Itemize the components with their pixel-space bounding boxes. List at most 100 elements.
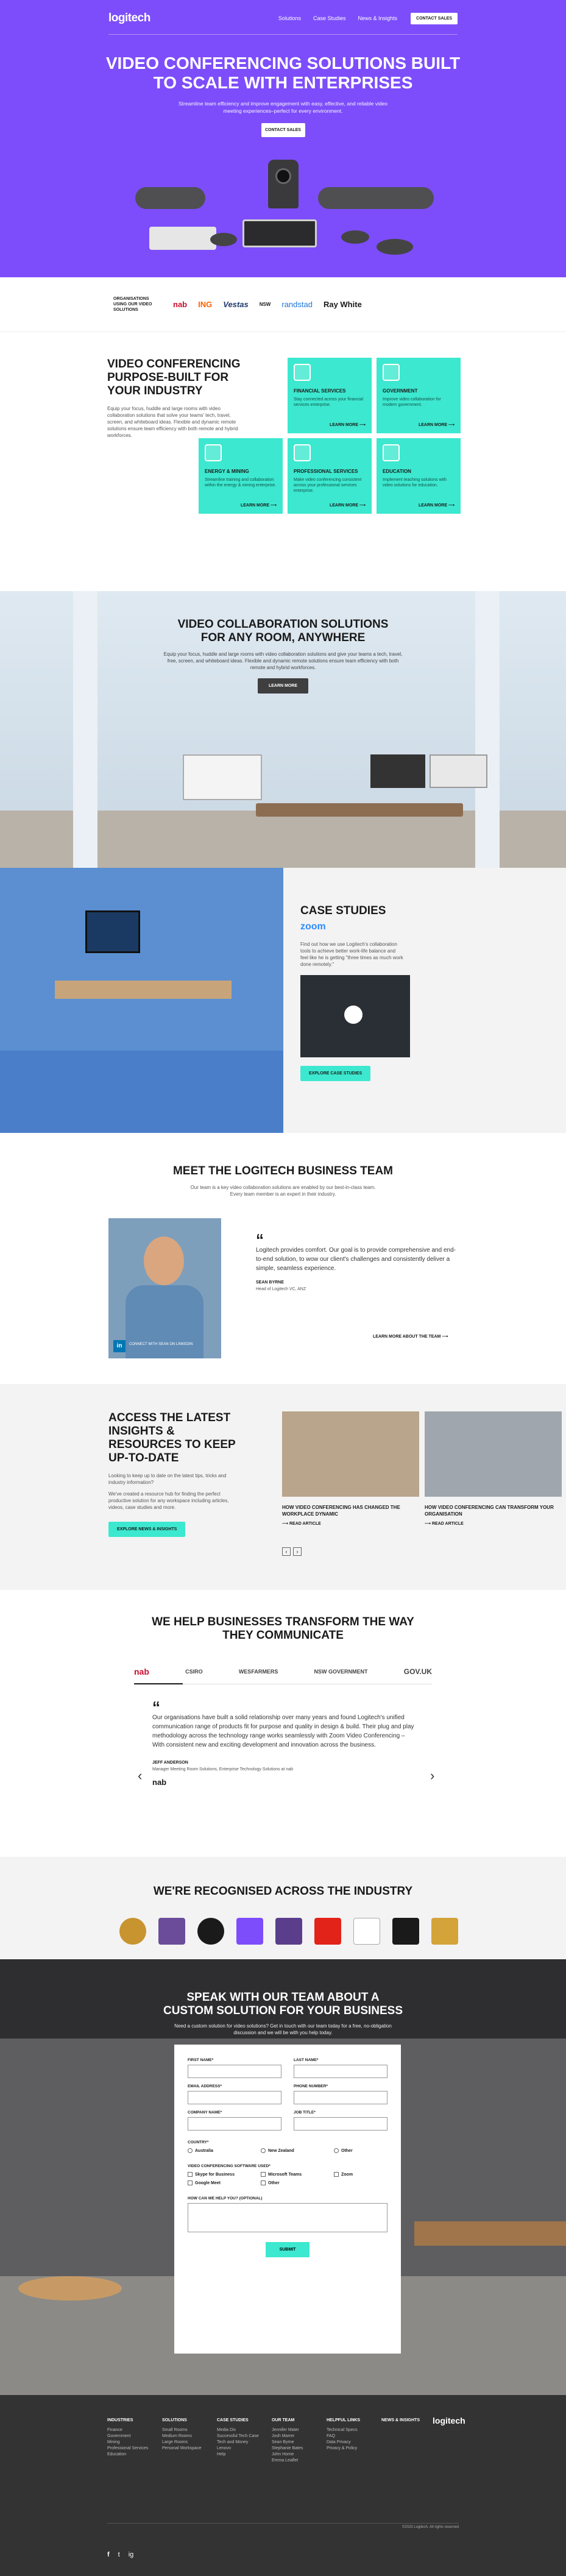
tab-gov-uk[interactable]: GOV.UK <box>404 1667 432 1676</box>
camera-image <box>268 160 299 208</box>
footer-link[interactable]: Emma Leaflet <box>272 2458 327 2464</box>
read-article-link-2[interactable]: ⟶ READ ARTICLE <box>425 1521 562 1526</box>
footer-link[interactable]: Finance <box>107 2427 162 2433</box>
tab-nsw-government[interactable]: NSW GOVERNMENT <box>314 1669 368 1675</box>
quote-author: SEAN BYRNE <box>256 1280 284 1285</box>
footer-link[interactable]: Government <box>107 2433 162 2439</box>
nav-contact-sales-button[interactable]: CONTACT SALES <box>411 12 458 24</box>
footer-link[interactable]: Josh Marrer <box>272 2433 327 2439</box>
nav-link-case-studies[interactable]: Case Studies <box>313 15 346 21</box>
email-field[interactable] <box>188 2091 281 2104</box>
footer-link[interactable]: Tech and Money <box>217 2439 272 2446</box>
footer-link[interactable]: FAQ <box>327 2433 381 2439</box>
chevron-left-icon[interactable]: ‹ <box>138 1768 142 1784</box>
footer-logitech-logo[interactable]: logitech <box>433 2416 465 2425</box>
footer-link[interactable]: Medium Rooms <box>162 2433 217 2439</box>
footer-link[interactable]: Technical Specs <box>327 2427 381 2433</box>
help-textarea[interactable] <box>188 2203 387 2232</box>
last-name-field[interactable] <box>294 2065 387 2078</box>
collaboration-learn-more-button[interactable]: LEARN MORE <box>257 678 309 694</box>
footer-link[interactable]: John Horne <box>272 2452 327 2458</box>
footer-link[interactable]: Education <box>107 2452 162 2458</box>
industry-card-education[interactable]: EDUCATION Implement teaching solutions wi… <box>377 438 461 514</box>
footer-heading[interactable]: SOLUTIONS <box>162 2418 217 2422</box>
tab-nab[interactable]: nab <box>134 1667 149 1677</box>
footer-heading[interactable]: NEWS & INSIGHTS <box>381 2418 436 2422</box>
collaboration-title-line1: VIDEO COLLABORATION SOLUTIONS <box>177 618 389 631</box>
footer-link[interactable]: Help <box>217 2452 272 2458</box>
hero-title-line2: TO SCALE WITH ENTERPRISES <box>153 73 413 92</box>
footer-link[interactable]: Small Rooms <box>162 2427 217 2433</box>
footer-heading[interactable]: CASE STUDIES <box>217 2418 272 2422</box>
nav-link-news[interactable]: News & Insights <box>358 15 397 21</box>
country-option-other[interactable]: Other <box>334 2148 383 2153</box>
mic-pod-2-image <box>341 230 369 244</box>
case-study-video[interactable] <box>300 975 410 1057</box>
footer-link[interactable]: Professional Services <box>107 2446 162 2452</box>
industry-card-financial[interactable]: FINANCIAL SERVICES Stay connected across … <box>288 358 372 433</box>
footer-link[interactable]: Personal Workspace <box>162 2446 217 2452</box>
job-title-field[interactable] <box>294 2117 387 2131</box>
logitech-logo[interactable]: logitech <box>108 12 150 25</box>
explore-news-button[interactable]: EXPLORE NEWS & INSIGHTS <box>108 1522 186 1537</box>
learn-more-link[interactable]: LEARN MORE ⟶ <box>241 503 277 508</box>
team-title: MEET THE LOGITECH BUSINESS TEAM <box>172 1165 394 1177</box>
arrow-right-icon: ⟶ <box>442 1335 448 1339</box>
article-title-2: HOW VIDEO CONFERENCING CAN TRANSFORM YOU… <box>425 1505 554 1517</box>
tab-wesfarmers[interactable]: WESFARMERS <box>239 1669 278 1675</box>
industry-card-government[interactable]: GOVERNMENT Improve video collaboration fo… <box>377 358 461 433</box>
footer-link[interactable]: Mining <box>107 2439 162 2446</box>
company-field[interactable] <box>188 2117 281 2131</box>
software-option-teams[interactable]: Microsoft Teams <box>261 2172 310 2177</box>
footer-link[interactable]: Privacy & Policy <box>327 2446 381 2452</box>
nav-link-solutions[interactable]: Solutions <box>278 15 301 21</box>
play-icon[interactable] <box>344 1006 363 1024</box>
country-option-australia[interactable]: Australia <box>188 2148 236 2153</box>
industry-card-professional[interactable]: PROFESSIONAL SERVICES Make video conferen… <box>288 438 372 514</box>
footer-heading[interactable]: HELPFUL LINKS <box>327 2418 381 2422</box>
learn-more-link[interactable]: LEARN MORE ⟶ <box>419 503 455 508</box>
radio-icon <box>188 2148 193 2153</box>
twitter-icon[interactable]: t <box>118 2551 120 2558</box>
footer-heading[interactable]: OUR TEAM <box>272 2418 327 2422</box>
explore-case-studies-button[interactable]: EXPLORE CASE STUDIES <box>300 1066 371 1081</box>
office-photo-table <box>414 2221 566 2246</box>
footer-link[interactable]: Large Rooms <box>162 2439 217 2446</box>
article-title-1: HOW VIDEO CONFERENCING HAS CHANGED THE W… <box>282 1505 400 1517</box>
software-option-google-meet[interactable]: Google Meet <box>188 2180 236 2185</box>
footer-link[interactable]: Stephanie Bates <box>272 2446 327 2452</box>
footer-link[interactable]: Media Div <box>217 2427 272 2433</box>
hero-contact-sales-button[interactable]: CONTACT SALES <box>261 123 305 137</box>
next-arrow-icon[interactable]: › <box>293 1547 302 1556</box>
learn-more-link[interactable]: LEARN MORE ⟶ <box>419 422 455 427</box>
footer-link[interactable]: Lenovo <box>217 2446 272 2452</box>
footer-link[interactable]: Successful Tech Case <box>217 2433 272 2439</box>
software-option-skype[interactable]: Skype for Business <box>188 2172 236 2177</box>
phone-field[interactable] <box>294 2091 387 2104</box>
chevron-right-icon[interactable]: › <box>430 1768 434 1784</box>
insights-title-line2: INSIGHTS & <box>108 1425 175 1438</box>
room-photo-whiteboard <box>183 754 262 800</box>
facebook-icon[interactable]: f <box>107 2551 110 2558</box>
country-option-new-zealand[interactable]: New Zealand <box>261 2148 310 2153</box>
submit-button[interactable]: SUBMIT <box>266 2242 310 2257</box>
industry-card-energy[interactable]: ENERGY & MINING Streamline training and c… <box>199 438 283 514</box>
tab-csiro[interactable]: CSIRO <box>185 1669 203 1675</box>
footer-link[interactable]: Sean Byrne <box>272 2439 327 2446</box>
first-name-field[interactable] <box>188 2065 281 2078</box>
software-option-zoom[interactable]: Zoom <box>334 2172 383 2177</box>
learn-more-link[interactable]: LEARN MORE ⟶ <box>330 503 366 508</box>
article-card-1[interactable]: HOW VIDEO CONFERENCING HAS CHANGED THE W… <box>282 1411 419 1526</box>
linkedin-icon[interactable]: in <box>113 1340 126 1352</box>
instagram-icon[interactable]: ig <box>129 2551 134 2558</box>
learn-more-link[interactable]: LEARN MORE ⟶ <box>330 422 366 427</box>
software-option-other[interactable]: Other <box>261 2180 310 2185</box>
prev-arrow-icon[interactable]: ‹ <box>282 1547 291 1556</box>
learn-more-team-link[interactable]: LEARN MORE ABOUT THE TEAM ⟶ <box>373 1334 448 1339</box>
read-article-link-1[interactable]: ⟶ READ ARTICLE <box>282 1521 419 1526</box>
article-card-2[interactable]: HOW VIDEO CONFERENCING CAN TRANSFORM YOU… <box>425 1411 562 1526</box>
top-nav: logitech Solutions Case Studies News & I… <box>0 0 566 37</box>
footer-link[interactable]: Data Privacy <box>327 2439 381 2446</box>
footer-heading[interactable]: INDUSTRIES <box>107 2418 162 2422</box>
footer-link[interactable]: Jennifer Mater <box>272 2427 327 2433</box>
